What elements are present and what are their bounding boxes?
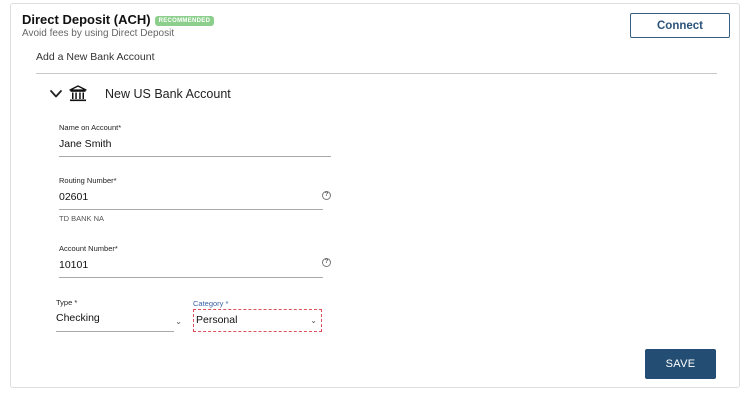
category-select-value: Personal	[196, 314, 238, 326]
name-on-account-label: Name on Account*	[59, 123, 122, 132]
chevron-down-icon[interactable]	[49, 87, 63, 101]
routing-number-label: Routing Number*	[59, 176, 117, 185]
routing-number-field: Routing Number* 02601 TD BANK NA	[59, 176, 323, 223]
account-number-label: Account Number*	[59, 244, 118, 253]
routing-bank-name: TD BANK NA	[59, 214, 105, 223]
add-bank-account-label: Add a New Bank Account	[36, 51, 155, 63]
routing-help-icon[interactable]: ?	[322, 191, 331, 200]
name-on-account-input[interactable]: Jane Smith	[59, 132, 331, 157]
divider	[36, 73, 717, 74]
card-title-text: Direct Deposit (ACH)	[22, 12, 151, 27]
save-button[interactable]: SAVE	[645, 349, 716, 379]
account-number-help-icon[interactable]: ?	[322, 258, 331, 267]
card-subtitle: Avoid fees by using Direct Deposit	[22, 28, 175, 39]
type-chevron-down-icon: ⌄	[175, 317, 182, 326]
type-field: Type * Checking ⌄	[56, 298, 182, 332]
connect-button[interactable]: Connect	[630, 13, 730, 38]
account-header: New US Bank Account	[49, 82, 231, 106]
routing-number-input[interactable]: 02601	[59, 185, 323, 210]
card-title: Direct Deposit (ACH) RECOMMENDED	[22, 12, 215, 27]
name-on-account-field: Name on Account* Jane Smith	[59, 123, 331, 157]
category-select[interactable]: Personal ⌄	[193, 309, 322, 332]
type-select[interactable]: Checking ⌄	[56, 307, 182, 332]
category-chevron-down-icon: ⌄	[310, 316, 317, 325]
category-label: Category *	[193, 299, 229, 308]
account-number-field: Account Number* 10101	[59, 244, 323, 278]
account-number-input[interactable]: 10101	[59, 253, 323, 278]
type-select-value: Checking	[56, 312, 100, 324]
account-title: New US Bank Account	[105, 87, 231, 101]
direct-deposit-card: Direct Deposit (ACH) RECOMMENDED Avoid fe…	[10, 3, 740, 388]
type-label: Type *	[56, 298, 78, 307]
recommended-badge: RECOMMENDED	[154, 16, 215, 26]
category-field: Category * Personal ⌄	[193, 299, 322, 332]
bank-icon	[69, 85, 87, 102]
